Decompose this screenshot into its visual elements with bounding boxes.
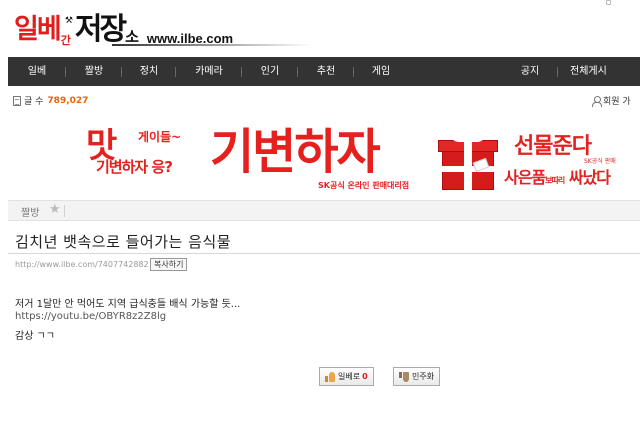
category-label[interactable]: 짤방 (21, 204, 39, 219)
person-icon (592, 95, 602, 107)
stats-label: 글 수 (24, 97, 44, 107)
nav-item-game[interactable]: 게임 (354, 57, 408, 86)
banner-ad[interactable]: 맛 게이들~ 기변하자 응? 기변하자 SK공식 온라인 판매대리점 선물준다 … (82, 116, 640, 196)
nav-item-ilbe[interactable]: 일베 (8, 57, 66, 86)
post-stats: 글 수 789,027 (13, 94, 88, 107)
nav-item-recommend[interactable]: 추천 (298, 57, 354, 86)
nav-item-notice[interactable]: 공지 (502, 57, 558, 86)
downvote-label: 민주화 (412, 372, 435, 381)
logo-url: www.ilbe.com (146, 31, 234, 46)
nav-item-all-boards[interactable]: 전체게시 (558, 57, 640, 86)
gift-box-icon (438, 126, 498, 190)
post-url[interactable]: http://www.ilbe.com/7407742882 (15, 260, 149, 269)
banner-sk-line: SK공식 온라인 판매대리점 (318, 181, 410, 190)
banner-gift-text: 선물준다 (514, 134, 592, 159)
document-icon (13, 95, 21, 106)
banner-game: 게이들~ (138, 130, 182, 144)
main-nav: 일베 짤방 정치 카메라 인기 추천 게임 공지 전체게시 (8, 57, 640, 86)
title-divider (8, 253, 640, 254)
logo-so: 소 (125, 28, 139, 46)
banner-bottom-small: 보따리 (545, 176, 565, 185)
banner-bottom-a: 사은품 (504, 168, 546, 187)
banner-main-text: 기변하자 (210, 124, 381, 180)
upvote-label: 일베로 (338, 372, 361, 381)
banner-question: 기변하자 응? (96, 158, 173, 176)
downvote-button[interactable]: 민주화 (393, 367, 441, 386)
category-bar: 짤방 ★ (8, 200, 640, 221)
stats-count: 789,027 (47, 95, 89, 106)
site-header: 일베 간 ⚒ 저장 소 www.ilbe.com (0, 0, 640, 56)
nav-item-camera[interactable]: 카메라 (176, 57, 242, 86)
logo-axe-icon: ⚒ (64, 16, 73, 26)
thumbs-up-icon (325, 371, 335, 382)
copy-url-button[interactable]: 복사하기 (150, 258, 188, 271)
post-body-line-3: 감상 ㄱㄱ (15, 331, 55, 342)
upvote-count: 0 (362, 372, 368, 381)
logo-gan: 간 (60, 34, 71, 47)
top-checkbox-icon (606, 0, 611, 5)
logo-ilbe: 일베 (14, 14, 62, 45)
banner-bottom-text: 사은품보따리 싸났다 (504, 164, 611, 188)
post-body-link[interactable]: https://youtu.be/OBYR8z2Z8lg (15, 311, 166, 322)
post-body-line-1: 저거 1달만 안 먹어도 지역 급식충들 배식 가능할 듯... (15, 299, 241, 310)
thumbs-down-icon (399, 371, 409, 382)
member-link-label: 회원 가 (603, 97, 631, 107)
member-link[interactable]: 회원 가 (592, 94, 631, 107)
upvote-button[interactable]: 일베로 0 (319, 367, 374, 386)
nav-item-politics[interactable]: 정치 (122, 57, 176, 86)
favorite-star-icon[interactable]: ★ (49, 202, 61, 217)
nav-item-jjalbang[interactable]: 짤방 (66, 57, 122, 86)
banner-bottom-b: 싸났다 (568, 168, 611, 187)
post-title: 김치년 뱃속으로 들어가는 음식물 (15, 233, 232, 251)
category-divider (64, 205, 65, 217)
logo-underline (112, 44, 312, 46)
nav-item-popular[interactable]: 인기 (242, 57, 298, 86)
